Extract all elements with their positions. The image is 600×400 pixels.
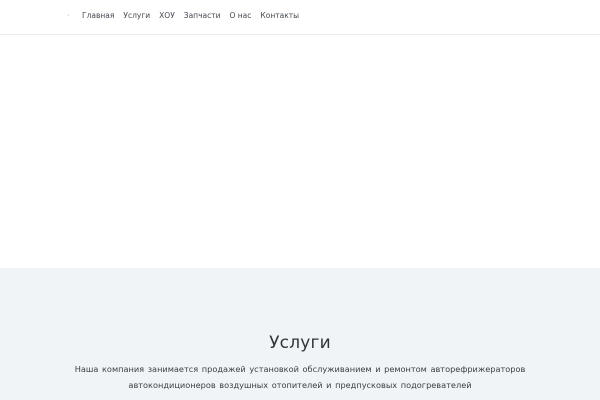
services-title: Услуги	[269, 333, 331, 353]
nav-link-services[interactable]: Услуги	[123, 9, 150, 23]
nav-link-contacts[interactable]: Контакты	[260, 9, 299, 23]
top-navigation-bar: · Главная Услуги ХОУ Запчасти О нас Конт…	[0, 0, 600, 35]
nav-link-home[interactable]: Главная	[82, 9, 114, 23]
hero-section	[0, 35, 600, 268]
main-navigation: Главная Услуги ХОУ Запчасти О нас Контак…	[82, 9, 299, 23]
nav-link-parts[interactable]: Запчасти	[184, 9, 221, 23]
nav-link-hou[interactable]: ХОУ	[159, 9, 175, 23]
nav-link-about[interactable]: О нас	[229, 9, 251, 23]
services-description: Наша компания занимается продажей устано…	[74, 364, 526, 390]
logo-dot[interactable]: ·	[67, 9, 70, 23]
page: · Главная Услуги ХОУ Запчасти О нас Конт…	[0, 0, 600, 400]
